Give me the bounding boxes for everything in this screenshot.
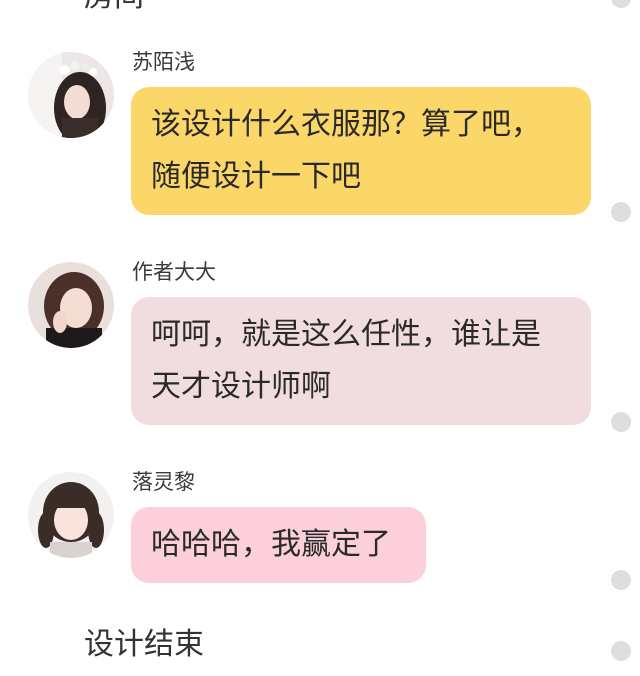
previous-section-title: 房间 (84, 0, 144, 12)
message-bubble[interactable]: 呵呵，就是这么任性，谁让是 天才设计师啊 (131, 297, 591, 425)
message-text: 该设计什么衣服那？算了吧， (151, 107, 541, 142)
avatar-girl-flower-crown-icon (28, 52, 114, 138)
scroll-dot (611, 570, 631, 590)
message-text: 天才设计师啊 (151, 369, 331, 404)
scroll-dot (611, 412, 631, 432)
message-bubble[interactable]: 哈哈哈，我赢定了 (131, 507, 426, 583)
section-end-label: 设计结束 (84, 627, 204, 662)
scroll-dot (611, 202, 631, 222)
message-text: 哈哈哈，我赢定了 (151, 527, 391, 562)
sender-avatar[interactable] (28, 52, 114, 138)
message-text: 呵呵，就是这么任性，谁让是 (151, 317, 541, 352)
scroll-dot (611, 0, 631, 8)
sender-avatar[interactable] (28, 472, 114, 558)
avatar-girl-hand-on-chin-icon (28, 262, 114, 348)
sender-name: 作者大大 (132, 260, 216, 284)
message-text: 随便设计一下吧 (151, 159, 361, 194)
sender-name: 落灵黎 (132, 470, 195, 494)
sender-name: 苏陌浅 (132, 50, 195, 74)
sender-avatar[interactable] (28, 262, 114, 348)
message-bubble[interactable]: 该设计什么衣服那？算了吧， 随便设计一下吧 (131, 87, 591, 215)
avatar-girl-twin-tails-icon (28, 472, 114, 558)
scroll-dot (611, 641, 631, 661)
